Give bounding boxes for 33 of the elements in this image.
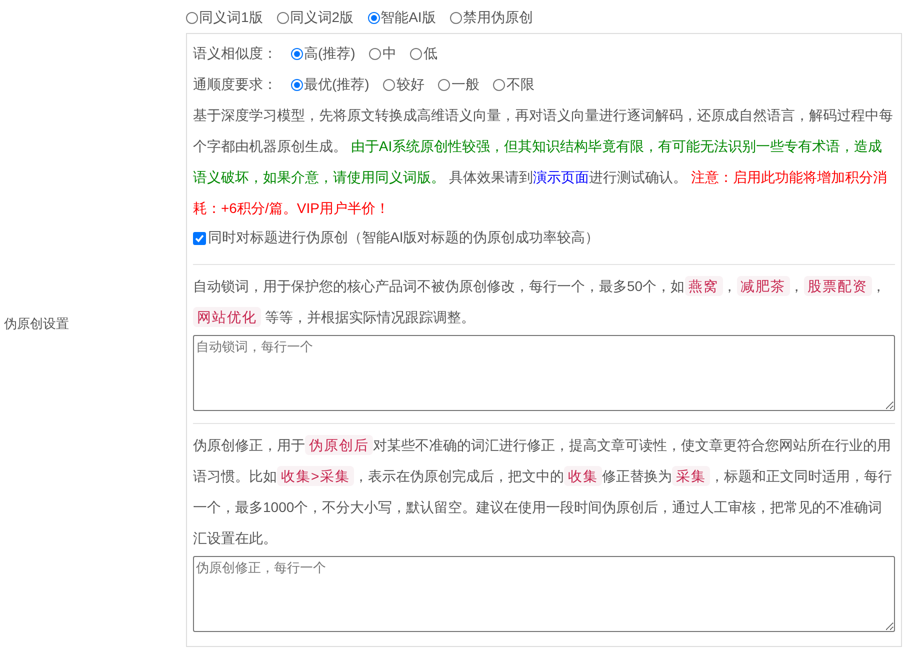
radio-option[interactable]: 一般 — [438, 76, 480, 94]
radio-option[interactable]: 低 — [410, 44, 438, 62]
checkbox-icon[interactable] — [193, 232, 206, 244]
radio-icon[interactable] — [276, 12, 289, 24]
radio-icon[interactable] — [410, 48, 422, 60]
radio-icon[interactable] — [291, 78, 303, 90]
description-text: 自动锁词，用于保护您的核心产品词不被伪原创修改，每行一个，最多50个，如 燕窝 ， 减肥茶 ， 股票配资 ， 网站优化 等等，并根据实际情况跟踪调整。 — [193, 275, 887, 329]
radio-option[interactable]: 高(推荐) — [291, 44, 356, 62]
lock-words-field[interactable]: 自动锁词，每行一个 — [193, 335, 895, 411]
radio-icon[interactable] — [291, 48, 303, 60]
field-label: 语义相似度： — [193, 44, 277, 62]
radio-icon[interactable] — [368, 12, 380, 24]
radio-icon[interactable] — [369, 48, 382, 60]
radio-option[interactable]: 禁用伪原创 — [450, 9, 533, 27]
title-checkbox[interactable]: 同时对标题进行伪原创（智能AI版对标题的伪原创成功率较高） — [193, 224, 600, 252]
description-text: 伪原创修正，用于 伪原创后 对某些不准确的词汇进行修正，提高文章可读性，使文章更符合您网站所在行业的用语习惯。比如 收集>采集 ，表示在伪原创完成后，把文中的 收集 修正替换为 采集 ，标题和正文同时适用，每行一个，最多1000个，不分大小写，默认留空。建议在使用一段时间伪原创后，通过人工审核，把常见的不准确词汇设置在此。 — [193, 434, 894, 548]
radio-option[interactable]: 同义词1版 — [186, 9, 263, 27]
section-label: 伪原创设置 — [4, 314, 69, 332]
radio-icon[interactable] — [450, 12, 462, 24]
correction-field[interactable]: 伪原创修正，每行一个 — [193, 556, 895, 632]
radio-option[interactable]: 同义词2版 — [276, 9, 354, 27]
radio-icon[interactable] — [383, 78, 396, 90]
radio-icon[interactable] — [186, 12, 198, 24]
description-text: 基于深度学习模型，先将原文转换成高维语义向量，再对语义向量进行逐词解码，还原成自然语言，解码过程中每个字都由机器原创生成。 由于AI系统原创性较强，但其知识结构毕竟有限，有可能无法识别一些专有术语，造成语义破坏，如果介意，请使用同义词版。 具体效果请到演示页面进行测试确认。 注意：启用此功能将增加积分消耗：+6积分/篇。VIP用户半价！ — [193, 106, 894, 218]
field-label: 通顺度要求： — [193, 76, 277, 94]
radio-option[interactable]: 中 — [369, 44, 396, 62]
radio-option[interactable]: 较好 — [383, 76, 424, 94]
demo-link[interactable]: 演示页面 — [532, 169, 589, 185]
radio-icon[interactable] — [493, 78, 506, 90]
radio-option[interactable]: 智能AI版 — [368, 9, 436, 27]
radio-option[interactable]: 最优(推荐) — [291, 76, 370, 94]
radio-option[interactable]: 不限 — [493, 76, 534, 94]
radio-icon[interactable] — [438, 78, 450, 90]
